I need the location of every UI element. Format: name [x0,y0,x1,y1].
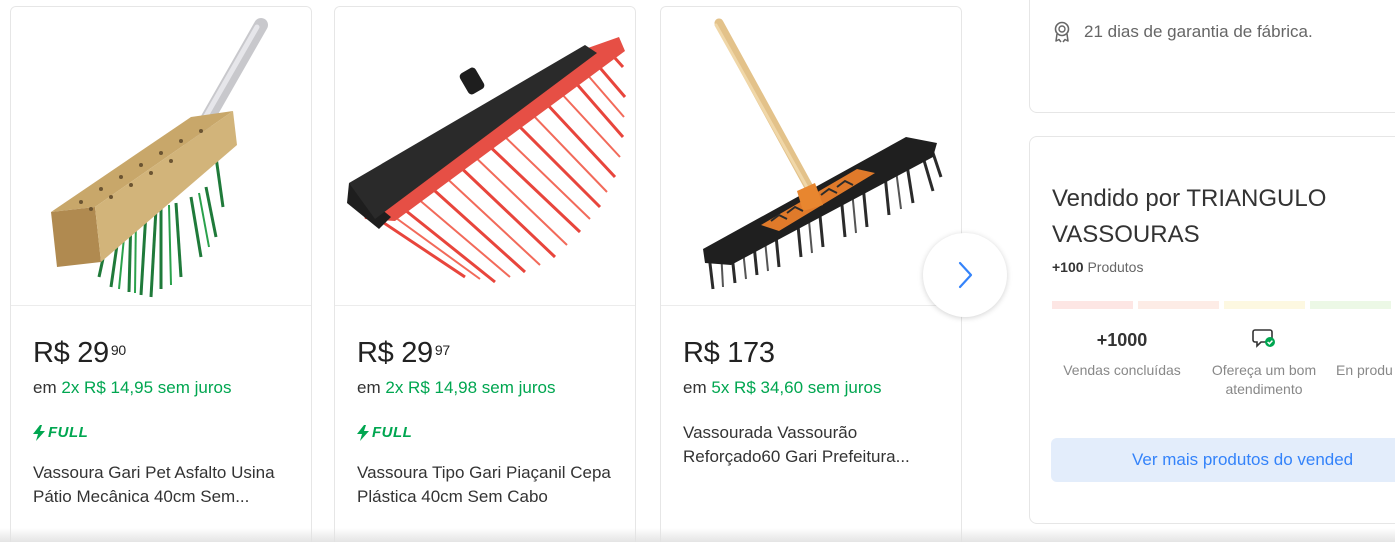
broom-wood-green-bristles-image [51,18,268,298]
installments: em 2x R$ 14,95 sem juros [33,378,231,398]
metric-sales: +1000 Vendas concluídas [1052,327,1192,380]
chevron-right-icon [958,261,973,289]
metric-sales-label: Vendas concluídas [1063,362,1181,378]
product-card[interactable]: R$ 29 97 em 2x R$ 14,98 sem juros FULL Va… [334,6,636,542]
installment-prefix: em [683,378,707,397]
message-check-icon [1252,329,1275,348]
metric-delivery: En produ [1336,327,1395,380]
price-cents: 90 [110,342,126,358]
thermometer-level-4 [1310,301,1391,309]
push-broom-black-bristles-image [703,18,943,290]
seller-panel: Vendido por TRIANGULO VASSOURAS +100 Pro… [1029,136,1395,524]
price-integer: R$ 29 [357,337,433,369]
product-card[interactable]: R$ 29 90 em 2x R$ 14,95 sem juros FULL Va… [10,6,312,542]
seller-title: Vendido por TRIANGULO VASSOURAS [1052,185,1327,248]
carousel-next-button[interactable] [923,233,1007,317]
full-badge: FULL [357,424,412,441]
metric-delivery-label: En produ [1336,362,1393,378]
product-image[interactable] [335,7,635,306]
installment-text: 5x R$ 34,60 sem juros [711,378,882,397]
metric-sales-value: +1000 [1096,330,1148,350]
installments: em 2x R$ 14,98 sem juros [357,378,555,398]
product-image[interactable] [661,7,961,306]
metric-service-label: Ofereça um bom atendimento [1211,362,1317,397]
seller-products[interactable]: +100 Produtos [1052,259,1143,275]
installments: em 5x R$ 34,60 sem juros [683,378,881,398]
bottom-fade [0,528,1395,542]
lightning-icon [357,424,369,441]
price-integer: R$ 29 [33,337,109,369]
medal-icon [1054,21,1070,43]
product-price: R$ 29 90 [33,337,126,370]
full-badge-label: FULL [372,424,413,441]
metric-service-icon-wrap [1194,327,1334,353]
product-title[interactable]: Vassoura Tipo Gari Piaçanil Cepa Plástic… [357,461,619,509]
price-integer: R$ 173 [683,337,775,369]
product-title[interactable]: Vassoura Gari Pet Asfalto Usina Pátio Me… [33,461,295,509]
metric-service: Ofereça um bom atendimento [1194,327,1334,399]
warranty-panel: 21 dias de garantia de fábrica. [1029,0,1395,113]
thermometer-level-3 [1224,301,1305,309]
installment-text: 2x R$ 14,98 sem juros [385,378,556,397]
product-price: R$ 29 97 [357,337,450,370]
product-title[interactable]: Vassourada Vassourão Reforçado60 Gari Pr… [683,421,945,469]
thermometer-level-1 [1052,301,1133,309]
see-more-seller-products-button[interactable]: Ver mais produtos do vended [1051,438,1395,482]
price-cents: 97 [434,342,450,358]
thermometer-level-2 [1138,301,1219,309]
installment-prefix: em [357,378,381,397]
seller-products-count: +100 [1052,259,1084,275]
warranty-text: 21 dias de garantia de fábrica. [1084,22,1313,41]
reputation-thermometer [1052,301,1391,309]
product-card[interactable]: R$ 173 em 5x R$ 34,60 sem juros Vassoura… [660,6,962,542]
lightning-icon [33,424,45,441]
product-price: R$ 173 [683,337,777,370]
full-badge-label: FULL [48,424,89,441]
page: R$ 29 90 em 2x R$ 14,95 sem juros FULL Va… [0,0,1395,542]
installment-prefix: em [33,378,57,397]
seller-products-label: Produtos [1087,259,1144,275]
full-badge: FULL [33,424,88,441]
broom-red-bristles-image [347,37,627,284]
warranty-info: 21 dias de garantia de fábrica. [1052,21,1313,43]
installment-text: 2x R$ 14,95 sem juros [61,378,232,397]
product-image[interactable] [11,7,311,306]
metric-delivery-value [1336,327,1395,353]
